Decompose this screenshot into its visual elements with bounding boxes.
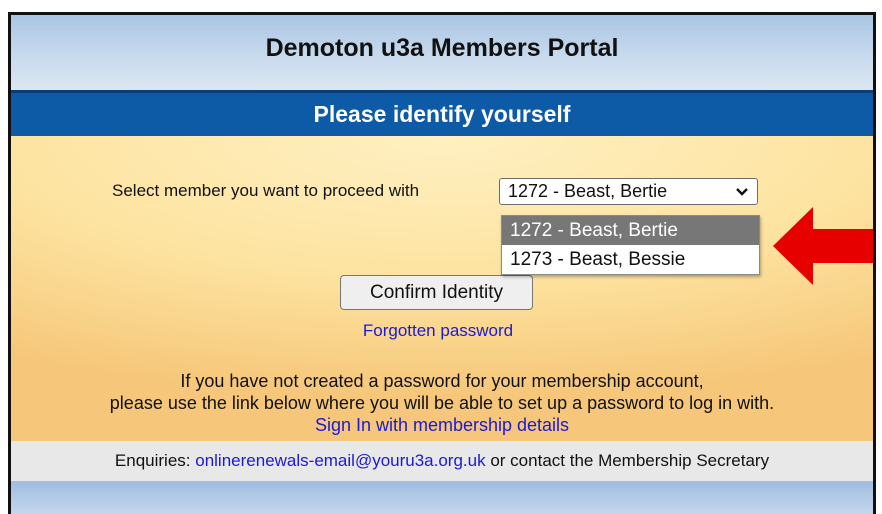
identify-form: Select member you want to proceed with 1…	[11, 136, 873, 441]
portal-title: Demoton u3a Members Portal	[265, 34, 619, 62]
info-line-1: If you have not created a password for y…	[180, 371, 704, 391]
footer-suffix: or contact the Membership Secretary	[490, 451, 770, 470]
identify-heading: Please identify yourself	[313, 101, 571, 127]
member-select-label: Select member you want to proceed with	[112, 181, 420, 200]
forgotten-password-link[interactable]: Forgotten password	[343, 321, 533, 341]
portal-header: Demoton u3a Members Portal	[11, 15, 873, 90]
red-arrow-icon	[773, 207, 873, 290]
footer-bottom-band	[11, 481, 873, 514]
password-info-text: If you have not created a password for y…	[11, 370, 873, 414]
member-option-1273[interactable]: 1273 - Beast, Bessie	[502, 245, 759, 274]
member-dropdown-list: 1272 - Beast, Bertie 1273 - Beast, Bessi…	[501, 215, 760, 275]
confirm-identity-button[interactable]: Confirm Identity	[340, 275, 533, 310]
chevron-down-icon	[735, 181, 749, 206]
member-select-value: 1272 - Beast, Bertie	[508, 181, 668, 201]
info-line-2: please use the link below where you will…	[109, 393, 775, 413]
portal-panel: Demoton u3a Members Portal Please identi…	[8, 12, 876, 514]
footer-prefix: Enquiries:	[114, 451, 191, 470]
member-option-1272[interactable]: 1272 - Beast, Bertie	[502, 216, 759, 245]
member-select[interactable]: 1272 - Beast, Bertie	[499, 178, 758, 205]
footer-email-link[interactable]: onlinerenewals-email@youru3a.org.uk	[195, 451, 485, 471]
screenshot-frame: Demoton u3a Members Portal Please identi…	[0, 0, 882, 514]
sign-in-membership-link[interactable]: Sign In with membership details	[11, 415, 873, 436]
identify-bar: Please identify yourself	[11, 90, 873, 136]
enquiries-footer: Enquiries: onlinerenewals-email@youru3a.…	[11, 441, 873, 481]
